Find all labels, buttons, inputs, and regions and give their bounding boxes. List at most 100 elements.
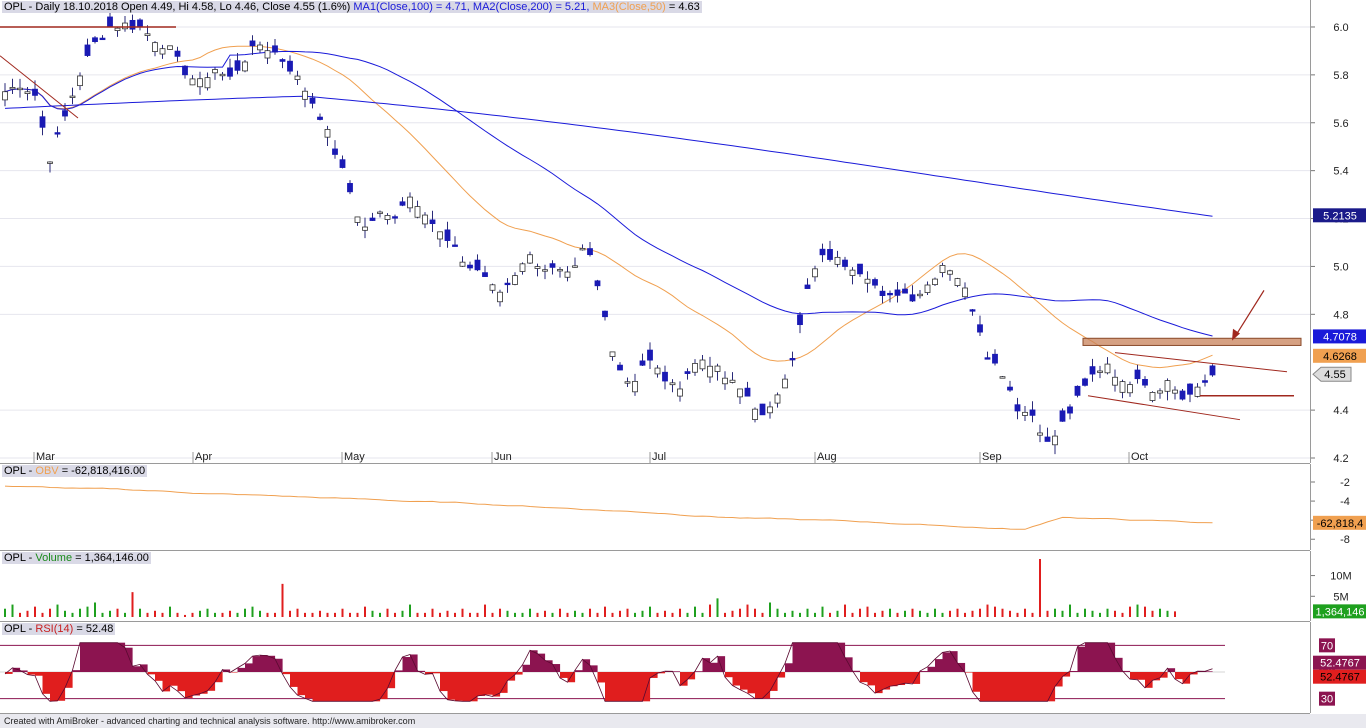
volume-bar (1174, 611, 1176, 617)
volume-bar (341, 608, 344, 617)
volume-bar (64, 610, 66, 617)
candle (1194, 386, 1201, 397)
rsi-bar (710, 662, 718, 672)
price-tick-label: 6.0 (1333, 22, 1348, 34)
volume-bar (851, 612, 854, 617)
candle (384, 215, 391, 220)
candle (1187, 383, 1193, 395)
rsi-pane[interactable]: OPL - RSI(14) = 52.48 (0, 622, 1310, 714)
price-chart[interactable]: Mar Apr May Jun Jul Aug Sep Oct (0, 0, 1310, 463)
volume-bar (874, 612, 876, 617)
rsi-bar (350, 672, 358, 702)
candle (729, 379, 736, 383)
volume-bar (821, 606, 824, 617)
volume-bar (491, 612, 494, 617)
candle (489, 284, 496, 291)
volume-bar (784, 612, 786, 617)
volume-bar (986, 604, 989, 617)
volume-pane[interactable]: OPL - Volume = 1,364,146.00 (0, 551, 1310, 622)
ma2-readout: MA2(Close,200) = 5.21, (472, 1, 590, 13)
resistance-zone (1082, 337, 1302, 346)
candle (782, 378, 788, 389)
obv-pane[interactable]: OPL - OBV = -62,818,416.00 (0, 464, 1310, 551)
obv-chart[interactable] (0, 464, 1310, 550)
candle (714, 365, 721, 372)
volume-bar (1129, 606, 1131, 617)
candle (932, 278, 938, 286)
rsi-bar (740, 672, 748, 690)
rsi-bar (755, 672, 763, 699)
price-tick-label: 5.4 (1333, 166, 1348, 178)
rsi-bar (1010, 672, 1018, 702)
volume-bar (1069, 604, 1071, 617)
volume-bar (251, 606, 254, 617)
volume-chart[interactable] (0, 551, 1310, 621)
rsi-bar (635, 672, 643, 702)
volume-bar (244, 608, 246, 617)
candle (392, 216, 398, 219)
candle (189, 78, 196, 86)
candle (1119, 381, 1126, 393)
volume-header: OPL - Volume = 1,364,146.00 (2, 552, 151, 564)
volume-bar (4, 608, 6, 617)
rsi-bar (1130, 672, 1138, 680)
candle (977, 324, 983, 333)
candle (737, 388, 743, 398)
obv-header-name: OBV (35, 465, 59, 477)
volume-bar (949, 610, 951, 617)
candle (1209, 365, 1216, 376)
candle (1007, 386, 1013, 391)
rsi-bar (380, 672, 388, 700)
volume-tick-label: 5M (1333, 591, 1348, 603)
candle (84, 44, 91, 56)
month-label: Oct (1131, 451, 1148, 463)
candle (182, 65, 188, 76)
volume-bar (49, 608, 51, 617)
candle (557, 269, 563, 272)
month-label: May (344, 451, 365, 463)
rsi-bar (830, 642, 838, 672)
rsi-bar (1032, 672, 1041, 702)
volume-bar (761, 612, 764, 617)
ma1-readout: MA1(Close,100) = 4.71, (353, 1, 470, 13)
volume-bar (746, 604, 749, 617)
candle (257, 44, 263, 51)
volume-bar (964, 612, 966, 617)
rsi-bar (237, 667, 246, 672)
rsi-bar (612, 672, 621, 702)
volume-bar (19, 612, 21, 617)
rsi-bar (335, 672, 343, 702)
candle (864, 278, 871, 284)
volume-bar (544, 610, 546, 617)
rsi-bar (822, 642, 831, 672)
rsi-chart[interactable] (0, 622, 1310, 713)
volume-bar (416, 612, 419, 617)
candle (812, 268, 818, 278)
rsi-bar (725, 672, 733, 678)
volume-bar (221, 612, 224, 617)
candle (347, 183, 353, 193)
candle (504, 282, 511, 286)
price-pane[interactable]: Mar Apr May Jun Jul Aug Sep Oct OPL - Daily 18.… (0, 0, 1310, 464)
candle (789, 358, 796, 361)
volume-bar (281, 583, 284, 617)
candle (272, 45, 278, 53)
volume-bar (484, 604, 486, 617)
price-tick-label: 5.6 (1333, 118, 1348, 130)
candle (849, 269, 856, 276)
month-label: Aug (817, 451, 837, 463)
volume-bar (409, 604, 411, 617)
candle (219, 73, 226, 77)
volume-bar (161, 612, 164, 617)
volume-bar (626, 608, 629, 617)
candle (1074, 385, 1081, 396)
volume-bar (1061, 610, 1064, 617)
candle (872, 279, 878, 286)
candle (669, 382, 676, 386)
volume-bar (431, 608, 434, 617)
obv-axis: -2-4-6-8-62,818,4 (1310, 464, 1366, 550)
volume-bar (214, 612, 216, 617)
volume-bar (1031, 612, 1034, 617)
volume-bar (529, 608, 531, 617)
candle (474, 259, 481, 271)
